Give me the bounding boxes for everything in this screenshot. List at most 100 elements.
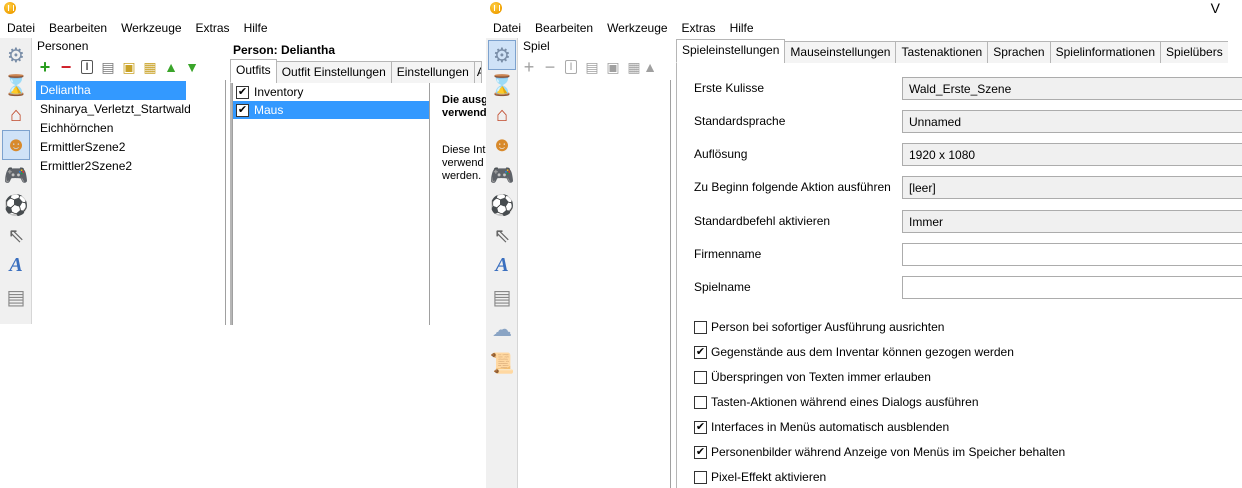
game-settings-tabs: Spieleinstellungen Mauseinstellungen Tas… (676, 39, 1228, 63)
input-spielname[interactable] (902, 276, 1242, 299)
document-icon[interactable]: ▤ (2, 282, 30, 312)
paste-icon[interactable]: ▦ (141, 58, 159, 76)
checkbox-tasten-aktionen[interactable] (694, 395, 707, 409)
paste-icon[interactable]: ▦ (625, 58, 643, 76)
outfits-list[interactable]: ✔ Inventory ✔ Maus (232, 83, 430, 325)
add-icon[interactable]: + (520, 57, 538, 77)
menu-extras[interactable]: Extras (675, 21, 723, 35)
ball-icon[interactable]: ⚽ (2, 190, 30, 220)
option-interfaces-ausblenden[interactable]: ✔ Interfaces in Menüs automatisch ausble… (694, 420, 949, 434)
hourglass-icon[interactable]: ⌛ (2, 70, 30, 100)
copy-icon[interactable]: ▣ (604, 58, 622, 76)
option-tasten-aktionen[interactable]: Tasten-Aktionen während eines Dialogs au… (694, 395, 979, 409)
list-item-person[interactable]: Deliantha (36, 81, 186, 100)
option-gegenstaende-ziehen[interactable]: ✔ Gegenstände aus dem Inventar können ge… (694, 345, 1014, 359)
ball-icon[interactable]: ⚽ (488, 190, 516, 220)
move-up-icon[interactable]: ▲ (162, 58, 180, 76)
gear-icon[interactable]: ⚙ (488, 40, 516, 70)
gamepad-icon[interactable]: 🎮 (2, 160, 30, 190)
option-texte-ueberspringen[interactable]: Überspringen von Texten immer erlauben (694, 370, 931, 384)
tab-einstellungen[interactable]: Einstellungen (390, 61, 475, 83)
gamepad-icon[interactable]: 🎮 (488, 160, 516, 190)
outfit-label: Maus (254, 103, 284, 117)
cursor-icon[interactable]: ⇖ (2, 220, 30, 250)
option-label: Interfaces in Menüs automatisch ausblend… (711, 420, 950, 434)
label-aufloesung: Auflösung (694, 147, 748, 161)
menu-bearbeiten[interactable]: Bearbeiten (528, 21, 600, 35)
app-logo-icon (4, 2, 16, 14)
person-icon[interactable]: ☻ (2, 130, 30, 160)
tab-sprachen[interactable]: Sprachen (987, 41, 1051, 63)
checkbox-gegenstaende-ziehen[interactable]: ✔ (694, 345, 707, 359)
tab-spieleinstellungen[interactable]: Spieleinstellungen (676, 39, 786, 63)
tab-tastenaktionen[interactable]: Tastenaktionen (895, 41, 989, 63)
font-icon[interactable]: A (488, 250, 516, 280)
menu-datei[interactable]: Datei (0, 21, 42, 35)
list-item-person[interactable]: ErmittlerSzene2 (36, 138, 225, 157)
outfit-item[interactable]: ✔ Maus (233, 101, 429, 119)
gear-icon[interactable]: ⚙ (2, 40, 30, 70)
menu-hilfe[interactable]: Hilfe (723, 21, 761, 35)
select-standardbefehl[interactable]: Immer (902, 210, 1242, 233)
list-item-person[interactable]: Eichhörnchen (36, 119, 225, 138)
house-icon[interactable]: ⌂ (488, 100, 516, 130)
menu-extras[interactable]: Extras (189, 21, 237, 35)
properties-icon[interactable]: ▤ (99, 58, 117, 76)
game-list[interactable] (519, 80, 671, 488)
checkbox-personenbilder-speicher[interactable]: ✔ (694, 445, 707, 459)
app-logo-icon (490, 2, 502, 14)
menu-bearbeiten[interactable]: Bearbeiten (42, 21, 114, 35)
option-personenbilder-speicher[interactable]: ✔ Personenbilder während Anzeige von Men… (694, 445, 1065, 459)
menu-werkzeuge[interactable]: Werkzeuge (600, 21, 674, 35)
rename-icon[interactable]: I (562, 58, 580, 76)
font-icon[interactable]: A (2, 250, 30, 280)
input-firmenname[interactable] (902, 243, 1242, 266)
select-aufloesung[interactable]: 1920 x 1080 (902, 143, 1242, 166)
persons-list[interactable]: Deliantha Shinarya_Verletzt_Startwald Ei… (36, 80, 226, 325)
tab-mauseinstellungen[interactable]: Mauseinstellungen (784, 41, 897, 63)
tab-spielinformationen[interactable]: Spielinformationen (1049, 41, 1161, 63)
checkbox-texte-ueberspringen[interactable] (694, 370, 707, 384)
menu-datei[interactable]: Datei (486, 21, 528, 35)
select-start-aktion[interactable]: [leer] (902, 176, 1242, 199)
left-side-toolbar: ⚙ ⌛ ⌂ ☻ 🎮 ⚽ ⇖ A ▤ (0, 38, 32, 324)
checkbox-inventory[interactable]: ✔ (236, 85, 249, 99)
copy-icon[interactable]: ▣ (120, 58, 138, 76)
move-down-icon[interactable]: ▼ (183, 58, 201, 76)
overflow-icon[interactable]: ▲ (646, 58, 654, 76)
scroll-icon[interactable]: 📜 (488, 348, 516, 378)
checkbox-maus[interactable]: ✔ (236, 103, 249, 117)
cursor-icon[interactable]: ⇖ (488, 220, 516, 250)
hourglass-icon[interactable]: ⌛ (488, 70, 516, 100)
outfit-item[interactable]: ✔ Inventory (233, 83, 429, 101)
house-icon[interactable]: ⌂ (2, 100, 30, 130)
person-icon[interactable]: ☻ (488, 130, 516, 160)
tab-outfit-einstellungen[interactable]: Outfit Einstellungen (275, 61, 392, 83)
checkbox-interfaces-ausblenden[interactable]: ✔ (694, 420, 707, 434)
list-item-person[interactable]: Shinarya_Verletzt_Startwald (36, 100, 225, 119)
remove-icon[interactable]: − (541, 57, 559, 77)
tab-spieluebersicht[interactable]: Spielübers (1160, 41, 1228, 63)
remove-icon[interactable]: − (57, 57, 75, 77)
menu-hilfe[interactable]: Hilfe (237, 21, 275, 35)
option-label: Überspringen von Texten immer erlauben (711, 370, 931, 384)
select-standardsprache[interactable]: Unnamed (902, 110, 1242, 133)
persons-panel-title: Personen (37, 39, 89, 53)
tab-outfits[interactable]: Outfits (230, 59, 277, 83)
properties-icon[interactable]: ▤ (583, 58, 601, 76)
list-item-person[interactable]: Ermittler2Szene2 (36, 157, 225, 176)
add-icon[interactable]: + (36, 57, 54, 77)
left-menubar: Datei Bearbeiten Werkzeuge Extras Hilfe (0, 18, 485, 38)
checkbox-pixel-effekt[interactable] (694, 470, 707, 484)
menu-werkzeuge[interactable]: Werkzeuge (114, 21, 188, 35)
select-erste-kulisse[interactable]: Wald_Erste_Szene (902, 77, 1242, 100)
rename-icon[interactable]: I (78, 58, 96, 76)
tab-partial[interactable]: A (473, 61, 482, 83)
option-person-ausrichten[interactable]: Person bei sofortiger Ausführung ausrich… (694, 320, 944, 334)
option-pixel-effekt[interactable]: Pixel-Effekt aktivieren (694, 470, 826, 484)
persons-list-toolbar: + − I ▤ ▣ ▦ ▲ ▼ (36, 57, 201, 77)
document-icon[interactable]: ▤ (488, 282, 516, 312)
right-window-titlebar: V (486, 0, 1242, 18)
checkbox-person-ausrichten[interactable] (694, 320, 707, 334)
weather-icon[interactable]: ☁ (488, 314, 516, 344)
